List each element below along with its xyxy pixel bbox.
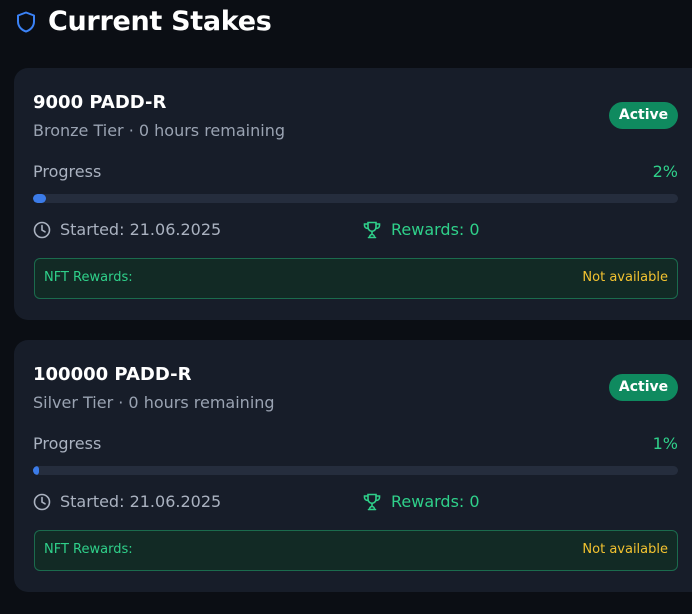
started-info: Started: 21.06.2025 [33,220,221,239]
page-title: Current Stakes [48,6,272,37]
status-badge: Active [609,374,678,401]
started-date: Started: 21.06.2025 [60,220,222,239]
stake-card: 100000 PADD-R Silver Tier · 0 hours rema… [14,340,692,592]
stake-amount: 100000 PADD-R [33,364,192,385]
progress-label: Progress [33,162,102,181]
progress-bar [33,466,678,475]
trophy-icon [363,221,381,238]
nft-rewards-status: Not available [582,542,668,557]
trophy-icon [363,493,381,510]
progress-percent: 1% [652,434,678,453]
progress-percent: 2% [652,162,678,181]
rewards-value: Rewards: 0 [391,492,480,511]
clock-icon [33,221,51,238]
status-badge: Active [609,102,678,129]
stake-amount: 9000 PADD-R [33,92,167,113]
shield-icon [17,11,35,32]
clock-icon [33,493,51,510]
nft-rewards-status: Not available [582,270,668,285]
progress-bar-fill [33,466,40,475]
progress-bar [33,194,678,203]
stake-card: 9000 PADD-R Bronze Tier · 0 hours remain… [14,68,692,320]
stake-tier-subtitle: Silver Tier · 0 hours remaining [33,393,275,412]
nft-rewards-box: NFT Rewards: Not available [34,258,678,299]
rewards-info: Rewards: 0 [362,220,480,239]
progress-bar-fill [33,194,46,203]
rewards-value: Rewards: 0 [391,220,480,239]
nft-rewards-label: NFT Rewards: [44,542,133,557]
page-header: Current Stakes [16,6,272,37]
started-date: Started: 21.06.2025 [60,492,222,511]
rewards-info: Rewards: 0 [362,492,480,511]
started-info: Started: 21.06.2025 [33,492,221,511]
nft-rewards-label: NFT Rewards: [44,270,133,285]
progress-label: Progress [33,434,102,453]
nft-rewards-box: NFT Rewards: Not available [34,530,678,571]
stake-tier-subtitle: Bronze Tier · 0 hours remaining [33,121,285,140]
